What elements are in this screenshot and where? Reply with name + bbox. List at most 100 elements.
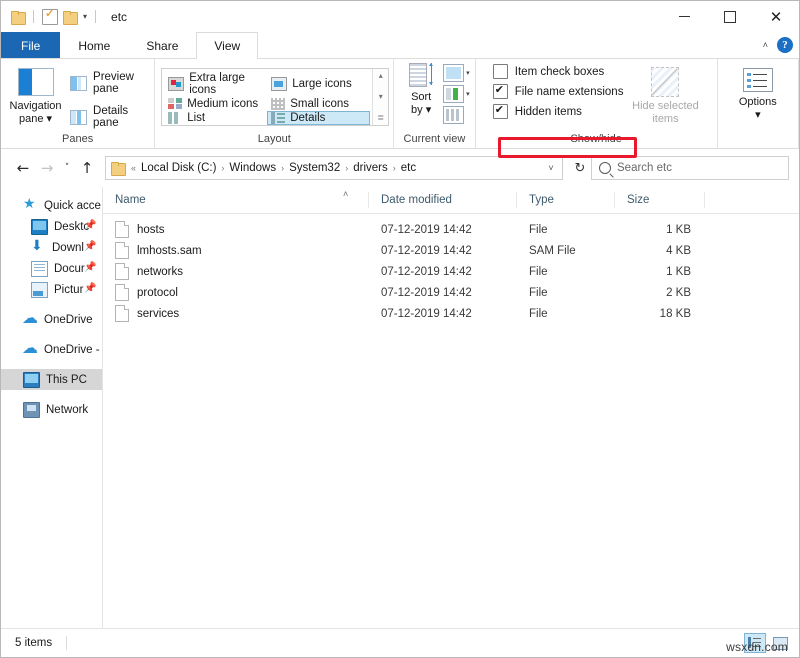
hidden-items-option[interactable]: Hidden items [493, 104, 624, 119]
file-icon [115, 242, 129, 259]
collapse-ribbon-icon[interactable]: ˄ [763, 40, 768, 50]
column-label: Name [115, 194, 146, 206]
sidebar-item-label: Downl [52, 242, 84, 254]
table-row[interactable]: protocol 07-12-2019 14:42 File 2 KB [103, 282, 799, 303]
caret-down-icon[interactable]: ▾ [426, 104, 432, 116]
navigation-pane-button[interactable]: Navigation pane ▾ [1, 63, 70, 126]
back-button[interactable]: ← [11, 156, 35, 180]
address-dropdown-icon[interactable]: ˅ [542, 163, 560, 173]
options-label: Options [739, 96, 777, 109]
sort-by-button[interactable]: Sort by ▾ [399, 62, 443, 117]
size-all-columns-button[interactable] [443, 106, 470, 124]
breadcrumb-item-2[interactable]: System32 [285, 162, 344, 174]
pin-icon: 📌 [84, 220, 96, 231]
column-header-size[interactable]: Size [615, 192, 705, 208]
folder-icon [111, 162, 125, 174]
sidebar-item-onedrive[interactable]: OneDrive [1, 309, 102, 330]
sidebar-item-desktop[interactable]: Desktc 📌 [1, 216, 102, 237]
ribbon-group-current-view: Sort by ▾ ▾ ▾ Current [394, 59, 475, 148]
preview-pane-button[interactable]: Preview pane [70, 71, 154, 95]
sidebar-item-pictures[interactable]: Pictur 📌 [1, 279, 102, 300]
tab-home[interactable]: Home [60, 32, 128, 58]
pin-icon: 📌 [84, 283, 96, 294]
breadcrumb-item-0[interactable]: Local Disk (C:) [137, 162, 220, 174]
sidebar-item-quick-access[interactable]: Quick acce [1, 195, 102, 216]
recent-locations-icon[interactable]: ˅ [59, 156, 75, 180]
tab-file[interactable]: File [1, 32, 60, 58]
column-header-name[interactable]: Name ˄ [103, 192, 369, 208]
caret-down-icon[interactable]: ▾ [755, 109, 761, 122]
checkbox[interactable] [493, 84, 508, 99]
breadcrumb-item-4[interactable]: etc [397, 162, 420, 174]
checkbox[interactable] [493, 64, 508, 79]
layout-option-large-icons[interactable]: Large icons [267, 71, 370, 97]
table-row[interactable]: services 07-12-2019 14:42 File 18 KB [103, 303, 799, 324]
options-button[interactable]: Options ▾ [720, 63, 796, 122]
checkbox[interactable] [493, 104, 508, 119]
refresh-button[interactable]: ↻ [569, 161, 591, 176]
layout-option-extra-large-icons[interactable]: Extra large icons [164, 71, 267, 97]
table-row[interactable]: networks 07-12-2019 14:42 File 1 KB [103, 261, 799, 282]
scroll-down-icon[interactable]: ▾ [379, 93, 383, 101]
group-by-button[interactable]: ▾ [443, 64, 470, 82]
file-name-cell: hosts [103, 221, 369, 238]
sidebar-item-this-pc[interactable]: This PC [1, 369, 102, 390]
file-icon [115, 305, 129, 322]
hide-selected-items-icon [651, 67, 679, 97]
maximize-button[interactable] [707, 1, 753, 32]
forward-button[interactable]: → [35, 156, 59, 180]
customize-qat-caret-icon[interactable]: ▾ [83, 13, 87, 21]
address-field[interactable]: « Local Disk (C:) › Windows › System32 ›… [105, 156, 563, 180]
panes-small-buttons: Preview pane Details pane [70, 63, 154, 129]
caret-down-icon[interactable]: ▾ [466, 69, 470, 77]
add-columns-button[interactable]: ▾ [443, 85, 470, 103]
spacer [1, 360, 102, 369]
column-header-type[interactable]: Type [517, 192, 615, 208]
sidebar-item-downloads[interactable]: Downl 📌 [1, 237, 102, 258]
caret-down-icon[interactable]: ▾ [466, 90, 470, 98]
hide-selected-label-2: items [652, 113, 678, 126]
file-name: services [137, 308, 179, 320]
sidebar-item-network[interactable]: Network [1, 399, 102, 420]
new-folder-icon[interactable] [63, 11, 77, 23]
details-pane-label: Details pane [93, 105, 154, 129]
breadcrumb-item-3[interactable]: drivers [349, 162, 392, 174]
table-row[interactable]: lmhosts.sam 07-12-2019 14:42 SAM File 4 … [103, 240, 799, 261]
show-hide-checkboxes: Item check boxes File name extensions Hi… [485, 63, 624, 119]
help-icon[interactable]: ? [777, 37, 793, 53]
item-check-boxes-label: Item check boxes [515, 66, 604, 78]
sidebar-item-onedrive-personal[interactable]: OneDrive - [1, 339, 102, 360]
table-row[interactable]: hosts 07-12-2019 14:42 File 1 KB [103, 219, 799, 240]
quick-access-toolbar: ▾ etc [1, 9, 127, 25]
layout-option-label: Details [290, 112, 325, 124]
details-pane-button[interactable]: Details pane [70, 105, 154, 129]
sidebar-item-label: Quick acce [44, 200, 101, 212]
window-title: etc [111, 10, 127, 24]
caret-down-icon[interactable]: ▾ [47, 113, 53, 125]
file-date-cell: 07-12-2019 14:42 [369, 266, 517, 278]
sidebar-item-documents[interactable]: Docur 📌 [1, 258, 102, 279]
column-header-date-modified[interactable]: Date modified [369, 192, 517, 208]
breadcrumb-prefix[interactable]: « [130, 163, 137, 173]
gallery-more-icon[interactable]: ≣ [377, 114, 384, 122]
layout-option-list[interactable]: List [164, 111, 267, 125]
minimize-button[interactable] [661, 1, 707, 32]
layout-option-small-icons[interactable]: Small icons [267, 97, 370, 111]
properties-icon[interactable] [42, 9, 58, 25]
close-button[interactable]: ✕ [753, 1, 799, 32]
layout-gallery-scrollbar[interactable]: ▴ ▾ ≣ [372, 69, 388, 125]
layout-option-medium-icons[interactable]: Medium icons [164, 97, 267, 111]
tab-share[interactable]: Share [128, 32, 196, 58]
search-box[interactable]: Search etc [591, 156, 789, 180]
up-button[interactable]: ↑ [75, 156, 99, 180]
folder-icon[interactable] [11, 11, 25, 23]
tab-view[interactable]: View [196, 32, 258, 59]
pin-icon: 📌 [84, 241, 96, 252]
item-check-boxes-option[interactable]: Item check boxes [493, 64, 624, 79]
breadcrumb-item-1[interactable]: Windows [225, 162, 280, 174]
file-name-extensions-option[interactable]: File name extensions [493, 84, 624, 99]
scroll-up-icon[interactable]: ▴ [379, 72, 383, 80]
layout-option-details[interactable]: Details [267, 111, 370, 125]
group-by-icon [443, 64, 464, 82]
watermark: wsxdn.com [726, 640, 788, 654]
